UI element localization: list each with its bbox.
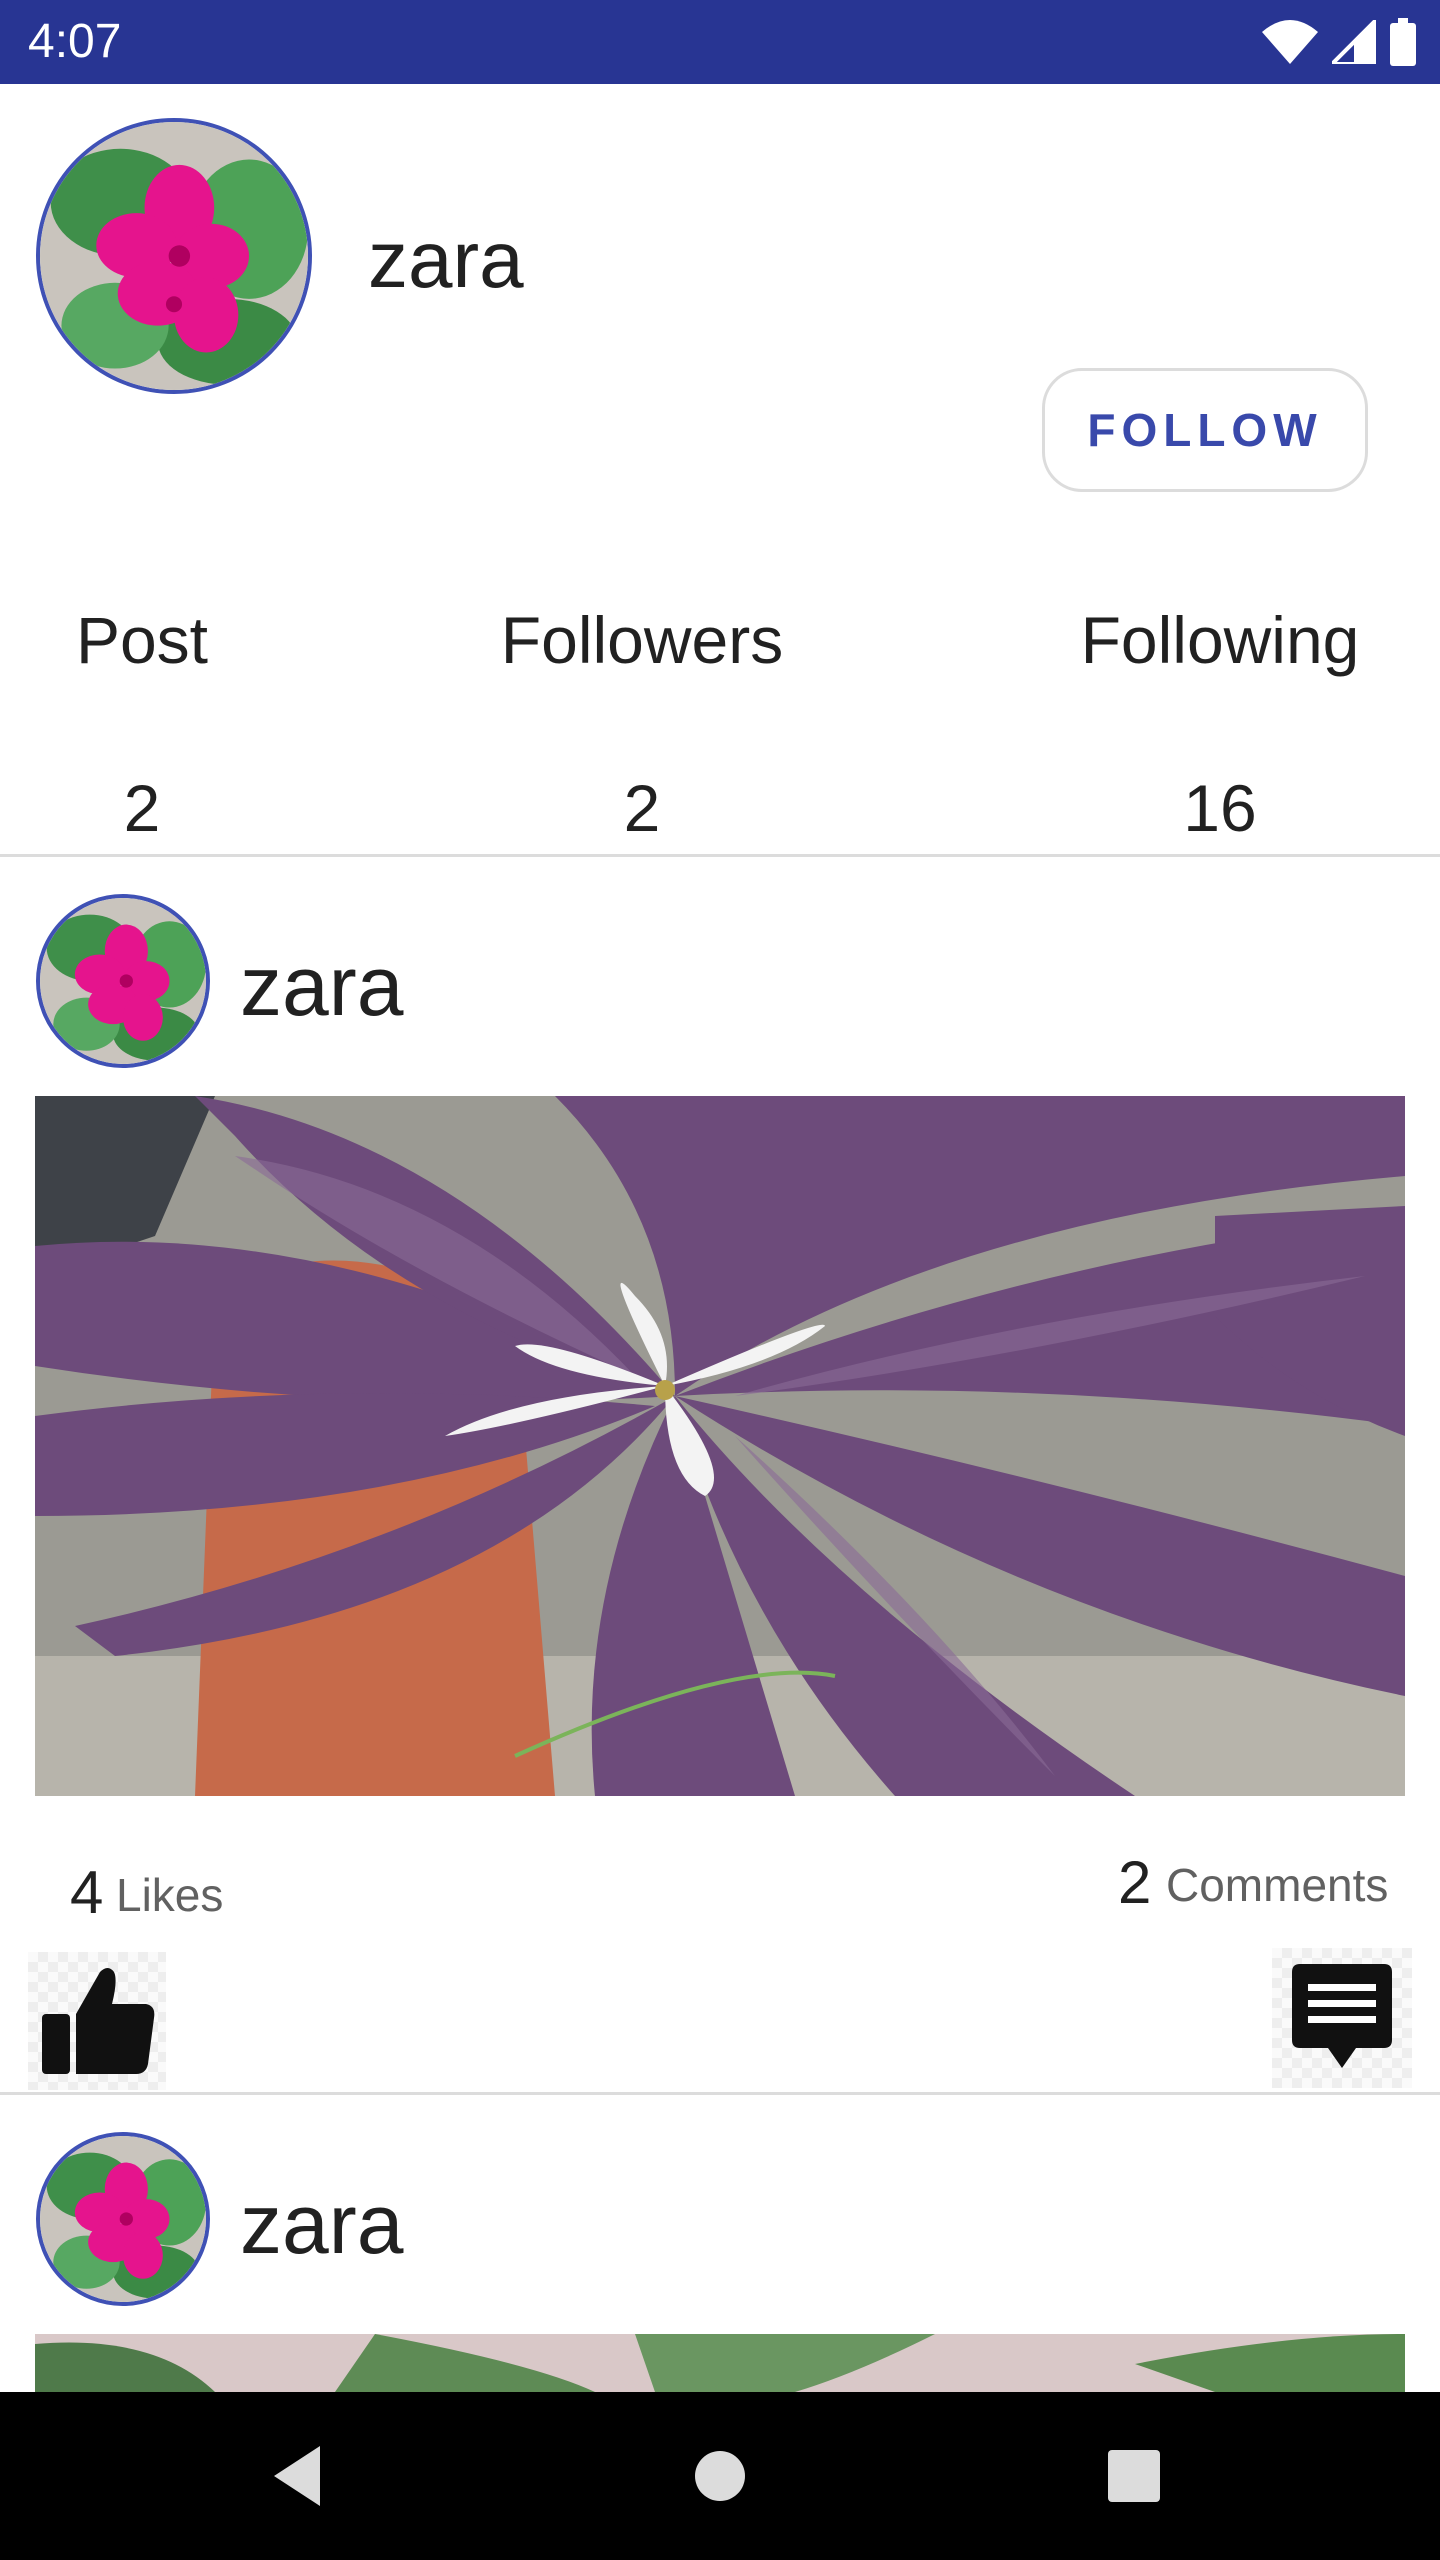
comments-count[interactable]: 2 [1118, 1848, 1151, 1917]
back-button[interactable] [260, 2436, 340, 2516]
plant-photo [35, 2334, 1405, 2392]
flower-avatar-image [40, 898, 206, 1064]
profile-avatar[interactable] [36, 118, 312, 394]
home-button[interactable] [680, 2436, 760, 2516]
post-image[interactable] [35, 1096, 1405, 1796]
stat-value-posts: 2 [123, 771, 161, 845]
thumbs-up-icon [42, 1968, 155, 2074]
battery-icon [1390, 18, 1416, 66]
profile-username: zara [368, 215, 524, 304]
cell-signal-icon [1332, 20, 1376, 64]
flower-avatar-image [40, 122, 308, 390]
stat-label-posts: Post [75, 603, 209, 677]
like-button[interactable] [28, 1952, 166, 2090]
wifi-icon [1262, 20, 1318, 64]
navigation-bar [0, 2392, 1440, 2560]
stats-divider [0, 854, 1440, 857]
likes-label: Likes [116, 1869, 224, 1921]
home-icon [695, 2451, 745, 2501]
flower-avatar-image [40, 2136, 206, 2302]
purple-leaves-photo [35, 1096, 1405, 1796]
post-divider [0, 2092, 1440, 2095]
back-icon [274, 2446, 320, 2506]
follow-button[interactable]: FOLLOW [1042, 368, 1368, 492]
post-username[interactable]: zara [240, 938, 403, 1035]
stat-value-followers[interactable]: 2 [542, 770, 742, 846]
status-bar: 4:07 [0, 0, 1440, 84]
comment-button[interactable] [1272, 1948, 1412, 2088]
recents-icon [1108, 2450, 1160, 2502]
post-image[interactable] [35, 2334, 1405, 2392]
status-icons [1262, 16, 1416, 68]
stat-label-followers[interactable]: Followers [442, 602, 842, 678]
post-avatar[interactable] [36, 894, 210, 1068]
post-avatar[interactable] [36, 2132, 210, 2306]
comments-label[interactable]: Comments [1166, 1858, 1388, 1912]
likes-count: 4 [70, 1859, 104, 1926]
recents-button[interactable] [1094, 2436, 1174, 2516]
status-time: 4:07 [28, 15, 122, 68]
comment-icon [1292, 1964, 1392, 2068]
stat-label-following[interactable]: Following [1040, 602, 1400, 678]
stat-value-following[interactable]: 16 [1120, 770, 1320, 846]
post-username[interactable]: zara [240, 2176, 403, 2273]
